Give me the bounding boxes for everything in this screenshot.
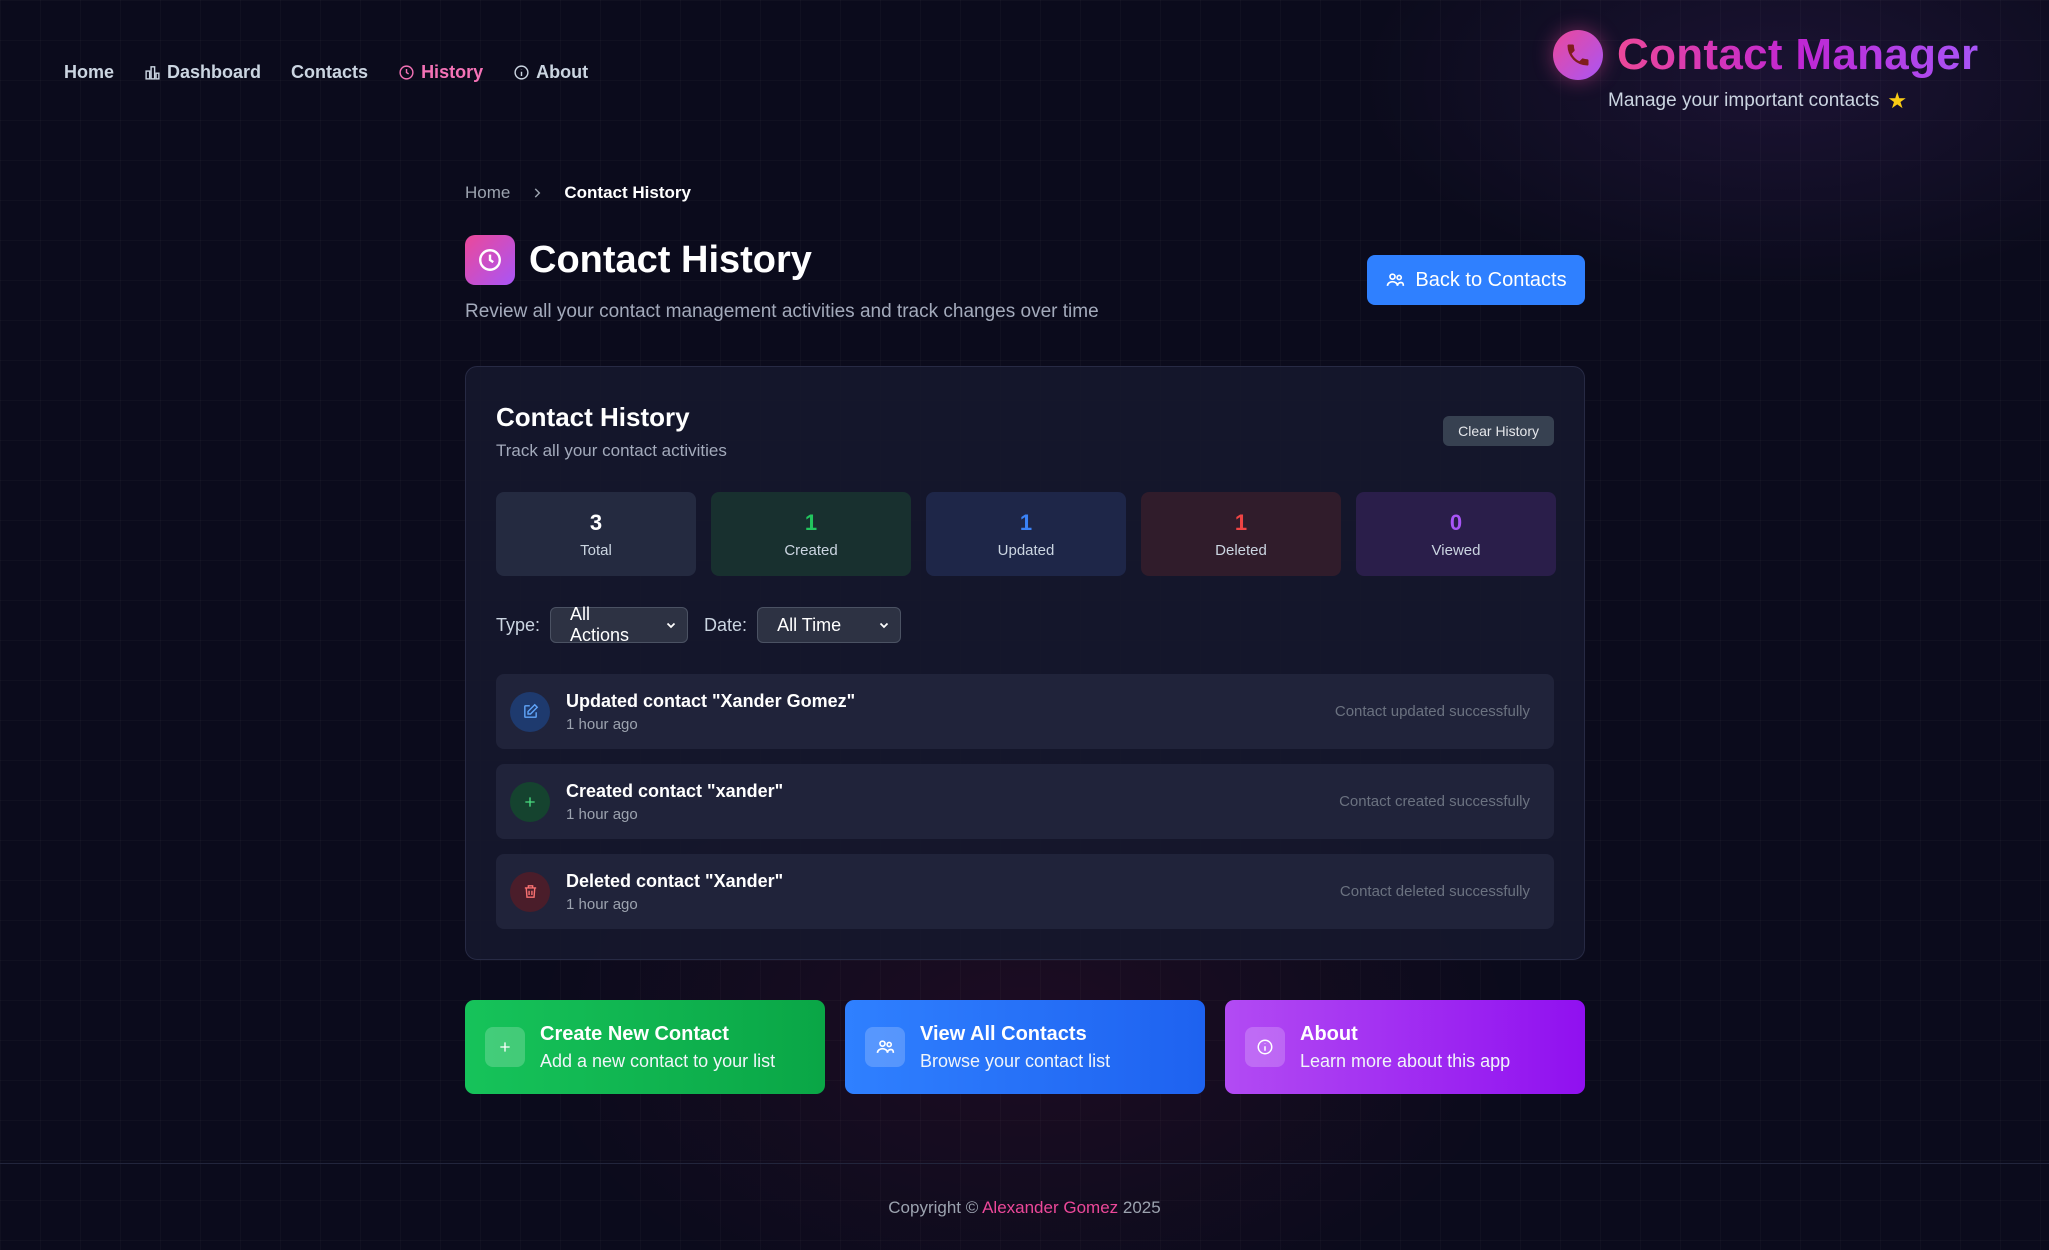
nav-history[interactable]: History [398, 62, 483, 83]
chevron-down-icon [666, 622, 676, 629]
stat-created: 1 Created [711, 492, 911, 576]
action-subtitle: Learn more about this app [1300, 1050, 1511, 1071]
footer-prefix: Copyright © [888, 1198, 979, 1217]
breadcrumb: Home Contact History [465, 183, 691, 203]
edit-icon [510, 691, 550, 732]
clear-history-button[interactable]: Clear History [1443, 416, 1554, 446]
nav-home-label: Home [64, 62, 115, 82]
back-to-contacts-label: Back to Contacts [1415, 268, 1567, 291]
nav-contacts[interactable]: Contacts [291, 62, 368, 83]
action-subtitle: Add a new contact to your list [540, 1050, 776, 1071]
stat-created-value: 1 [804, 509, 818, 535]
stat-deleted-label: Deleted [1215, 541, 1267, 559]
bar-chart-icon [145, 66, 160, 80]
breadcrumb-home[interactable]: Home [465, 183, 510, 203]
history-item[interactable]: Updated contact "Xander Gomez" 1 hour ag… [496, 674, 1554, 749]
date-select-value: All Time [777, 614, 842, 635]
card-subtitle: Track all your contact activities [496, 441, 727, 460]
info-icon [1245, 1027, 1285, 1067]
users-icon [1387, 273, 1405, 286]
about-card[interactable]: About Learn more about this app [1225, 1000, 1585, 1094]
chevron-down-icon [879, 622, 889, 629]
history-item-message: Contact updated successfully [1334, 703, 1530, 720]
stat-total: 3 Total [496, 492, 696, 576]
filters: Type: All Actions Date: All Time [496, 604, 902, 645]
footer: Copyright © Alexander Gomez 2025 [0, 1198, 2049, 1218]
clock-icon [465, 235, 515, 285]
history-item-time: 1 hour ago [566, 896, 638, 913]
stat-viewed: 0 Viewed [1356, 492, 1556, 576]
history-card: Contact History Track all your contact a… [465, 366, 1585, 960]
action-title: Create New Contact [540, 1022, 729, 1045]
page-title: Contact History [529, 238, 812, 281]
history-item-title: Created contact "xander" [566, 781, 784, 801]
history-item-message: Contact created successfully [1339, 793, 1530, 810]
nav-dashboard[interactable]: Dashboard [144, 62, 261, 83]
star-icon: ★ [1887, 88, 1908, 113]
history-list: Updated contact "Xander Gomez" 1 hour ag… [496, 674, 1554, 944]
stat-total-value: 3 [589, 509, 603, 535]
stat-deleted: 1 Deleted [1141, 492, 1341, 576]
page-header: Contact History Review all your contact … [465, 235, 1099, 323]
phone-icon [1553, 30, 1603, 80]
stat-total-label: Total [580, 541, 612, 559]
stat-created-label: Created [784, 541, 838, 559]
footer-author-link[interactable]: Alexander Gomez [982, 1198, 1118, 1217]
date-select[interactable]: All Time [757, 607, 902, 643]
stat-updated-label: Updated [997, 541, 1055, 559]
clock-icon [399, 65, 414, 80]
nav-contacts-label: Contacts [291, 62, 369, 82]
nav-history-label: History [421, 62, 484, 82]
plus-icon [485, 1027, 525, 1067]
main-nav: Home Dashboard Contacts History About [64, 62, 588, 83]
type-filter-label: Type: [496, 614, 541, 635]
history-item[interactable]: Deleted contact "Xander" 1 hour ago Cont… [496, 854, 1554, 929]
nav-home[interactable]: Home [64, 62, 114, 83]
plus-icon [510, 781, 550, 822]
history-item-title: Deleted contact "Xander" [566, 871, 784, 891]
stat-viewed-label: Viewed [1431, 541, 1481, 559]
nav-dashboard-label: Dashboard [167, 62, 262, 82]
action-title: View All Contacts [920, 1022, 1087, 1045]
create-contact-card[interactable]: Create New Contact Add a new contact to … [465, 1000, 825, 1094]
footer-year: 2025 [1122, 1198, 1161, 1217]
action-subtitle: Browse your contact list [920, 1050, 1111, 1071]
stat-updated-value: 1 [1019, 509, 1033, 535]
brand-subtitle: Manage your important contacts ★ [1608, 88, 1983, 114]
stats-row: 3 Total 1 Created 1 Updated 1 Deleted 0 … [496, 492, 1556, 576]
brand-title: Contact Manager [1617, 30, 1979, 79]
brand: Contact Manager Manage your important co… [1553, 30, 1983, 114]
history-item-message: Contact deleted successfully [1339, 883, 1530, 900]
users-icon [865, 1027, 905, 1067]
info-icon [514, 65, 529, 80]
history-item-time: 1 hour ago [566, 716, 638, 733]
quick-actions: Create New Contact Add a new contact to … [465, 1000, 1585, 1094]
back-to-contacts-button[interactable]: Back to Contacts [1367, 255, 1585, 305]
stat-viewed-value: 0 [1449, 509, 1463, 535]
brand-subtitle-text: Manage your important contacts [1608, 90, 1880, 111]
footer-divider [0, 1163, 2049, 1164]
action-title: About [1300, 1022, 1358, 1045]
stat-updated: 1 Updated [926, 492, 1126, 576]
history-item-time: 1 hour ago [566, 806, 638, 823]
view-contacts-card[interactable]: View All Contacts Browse your contact li… [845, 1000, 1205, 1094]
date-filter-label: Date: [704, 614, 748, 635]
breadcrumb-current: Contact History [564, 183, 691, 202]
card-title: Contact History [496, 402, 690, 432]
nav-about-label: About [536, 62, 589, 82]
chevron-right-icon [535, 188, 541, 198]
type-select[interactable]: All Actions [550, 604, 689, 645]
type-select-value: All Actions [570, 604, 630, 645]
nav-about[interactable]: About [513, 62, 588, 83]
page-subtitle: Review all your contact management activ… [465, 301, 1099, 322]
stat-deleted-value: 1 [1234, 509, 1248, 535]
history-item[interactable]: Created contact "xander" 1 hour ago Cont… [496, 764, 1554, 839]
trash-icon [510, 871, 550, 912]
history-item-title: Updated contact "Xander Gomez" [566, 691, 856, 711]
